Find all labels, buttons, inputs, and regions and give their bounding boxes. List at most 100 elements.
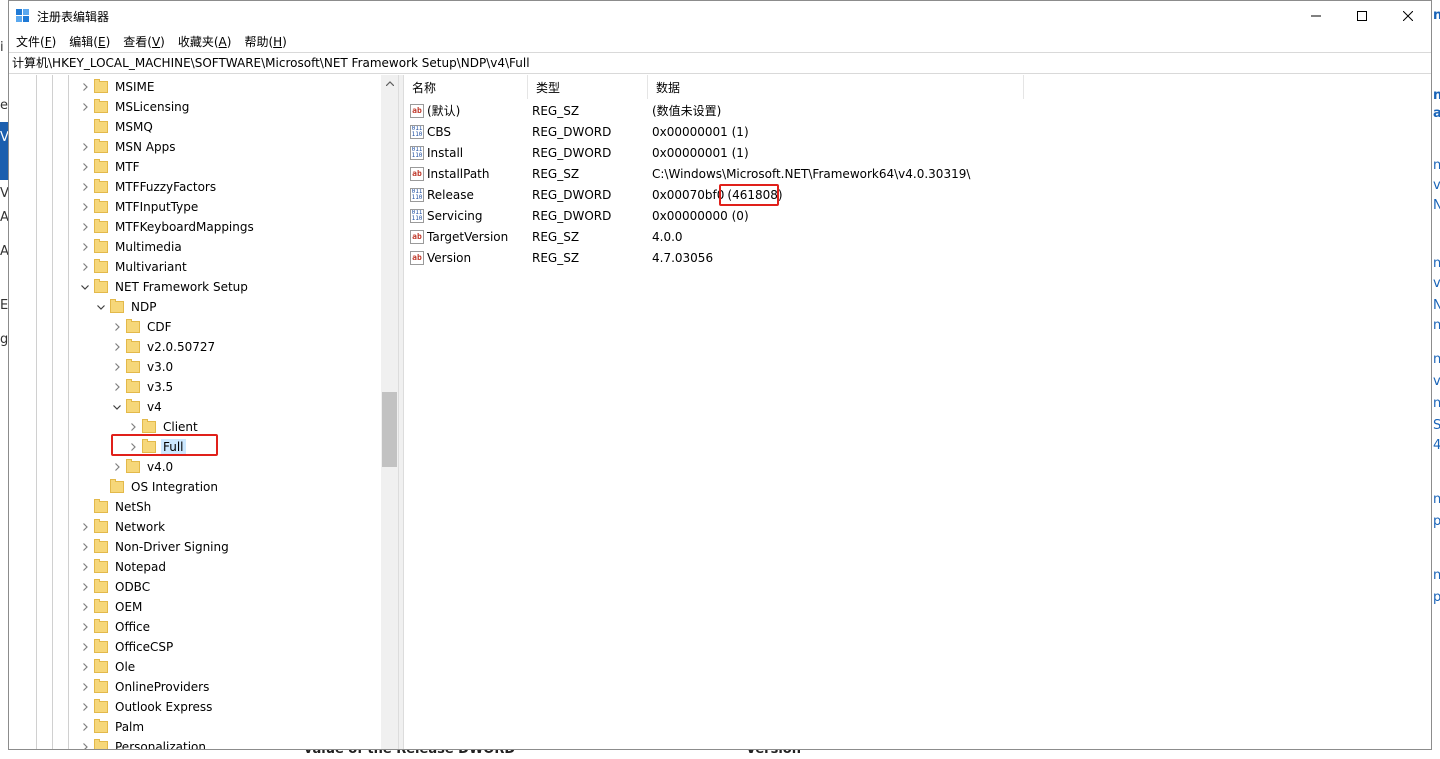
tree-item-v3-0[interactable]: v3.0 (109, 357, 175, 377)
value-row-cbs-name[interactable]: 011 110 CBS (404, 121, 451, 142)
tree-item-mtfkeyboardmappings[interactable]: MTFKeyboardMappings (77, 217, 256, 237)
bg-right-text: n (1433, 8, 1440, 23)
tree-item-multimedia[interactable]: Multimedia (77, 237, 184, 257)
tree-item-outlook-express[interactable]: Outlook Express (77, 697, 214, 717)
menu-edit[interactable]: 编辑(E) (62, 33, 116, 50)
tree-item-msmq[interactable]: MSMQ (77, 117, 155, 137)
tree-item-notepad[interactable]: Notepad (77, 557, 168, 577)
scroll-up-button[interactable] (381, 75, 398, 92)
title-bar[interactable]: 注册表编辑器 (9, 1, 1431, 31)
minimize-button[interactable] (1293, 1, 1339, 31)
tree-item-personalization[interactable]: Personalization (77, 737, 208, 749)
chevron-right-icon[interactable] (77, 597, 93, 617)
close-button[interactable] (1385, 1, 1431, 31)
menu-favorites[interactable]: 收藏夹(A) (171, 33, 238, 50)
folder-icon (94, 699, 108, 713)
column-header-data[interactable]: 数据 (648, 75, 1024, 99)
chevron-right-icon[interactable] (109, 337, 125, 357)
tree-item-cdf[interactable]: CDF (109, 317, 174, 337)
address-bar[interactable]: 计算机\HKEY_LOCAL_MACHINE\SOFTWARE\Microsof… (9, 52, 1431, 74)
tree-item-v4[interactable]: v4 (109, 397, 164, 417)
tree-item-v3-5[interactable]: v3.5 (109, 377, 175, 397)
chevron-right-icon[interactable] (77, 557, 93, 577)
tree-item-non-driver-signing[interactable]: Non-Driver Signing (77, 537, 231, 557)
tree-item-odbc[interactable]: ODBC (77, 577, 152, 597)
chevron-right-icon[interactable] (77, 617, 93, 637)
chevron-right-icon[interactable] (77, 77, 93, 97)
tree-item-office[interactable]: Office (77, 617, 152, 637)
chevron-right-icon[interactable] (109, 357, 125, 377)
folder-icon (110, 479, 124, 493)
chevron-right-icon[interactable] (125, 417, 141, 437)
tree-item-v2-0-50727[interactable]: v2.0.50727 (109, 337, 217, 357)
tree-item-ndp[interactable]: NDP (93, 297, 158, 317)
value-data-text: 0x00000000 (0) (652, 208, 749, 223)
tree-item-msn-apps[interactable]: MSN Apps (77, 137, 177, 157)
tree-item-mtffuzzyfactors[interactable]: MTFFuzzyFactors (77, 177, 218, 197)
chevron-right-icon[interactable] (77, 697, 93, 717)
value-row-release-name[interactable]: 011 110 Release (404, 184, 474, 205)
tree-item-netsh[interactable]: NetSh (77, 497, 153, 517)
chevron-right-icon[interactable] (77, 517, 93, 537)
tree-item-ole[interactable]: Ole (77, 657, 137, 677)
chevron-right-icon[interactable] (109, 377, 125, 397)
value-row-install-name[interactable]: 011 110 Install (404, 142, 463, 163)
tree-item-mtfinputtype[interactable]: MTFInputType (77, 197, 200, 217)
chevron-right-icon[interactable] (77, 677, 93, 697)
tree-item-client[interactable]: Client (125, 417, 200, 437)
chevron-right-icon[interactable] (125, 437, 141, 457)
value-row--name[interactable]: ab (默认) (404, 100, 460, 121)
column-header-name[interactable]: 名称 (404, 75, 528, 99)
tree-item-onlineproviders[interactable]: OnlineProviders (77, 677, 211, 697)
maximize-button[interactable] (1339, 1, 1385, 31)
chevron-right-icon[interactable] (109, 317, 125, 337)
tree-item-officecsp[interactable]: OfficeCSP (77, 637, 175, 657)
chevron-right-icon[interactable] (77, 157, 93, 177)
chevron-right-icon[interactable] (77, 537, 93, 557)
chevron-right-icon[interactable] (77, 237, 93, 257)
chevron-right-icon[interactable] (77, 637, 93, 657)
tree-item-mslicensing[interactable]: MSLicensing (77, 97, 191, 117)
tree-item-oem[interactable]: OEM (77, 597, 144, 617)
chevron-right-icon[interactable] (77, 257, 93, 277)
tree-item-network[interactable]: Network (77, 517, 167, 537)
tree-item-label: MTFFuzzyFactors (115, 180, 217, 194)
tree-item-os-integration[interactable]: OS Integration (93, 477, 220, 497)
chevron-right-icon[interactable] (77, 657, 93, 677)
chevron-down-icon[interactable] (109, 397, 125, 417)
chevron-down-icon[interactable] (77, 277, 93, 297)
chevron-right-icon[interactable] (77, 717, 93, 737)
chevron-right-icon[interactable] (77, 217, 93, 237)
tree-item-label: NDP (131, 300, 157, 314)
tree-item-net-framework-setup[interactable]: NET Framework Setup (77, 277, 250, 297)
chevron-down-icon[interactable] (93, 297, 109, 317)
chevron-right-icon[interactable] (109, 457, 125, 477)
chevron-right-icon[interactable] (77, 97, 93, 117)
menu-view[interactable]: 查看(V) (116, 33, 171, 50)
value-row-version-name[interactable]: ab Version (404, 247, 471, 268)
tree-item-msime[interactable]: MSIME (77, 77, 156, 97)
value-data: 4.7.03056 (652, 247, 713, 268)
tree-item-full[interactable]: Full (125, 437, 186, 457)
value-row-targetversion-name[interactable]: ab TargetVersion (404, 226, 508, 247)
menu-help[interactable]: 帮助(H) (237, 33, 292, 50)
bg-right-text: a (1433, 106, 1440, 121)
menu-file[interactable]: 文件(F) (9, 33, 62, 50)
close-icon (1403, 11, 1413, 21)
chevron-right-icon[interactable] (77, 577, 93, 597)
chevron-right-icon[interactable] (77, 737, 93, 749)
tree-item-multivariant[interactable]: Multivariant (77, 257, 189, 277)
tree-vertical-scrollbar[interactable] (381, 75, 398, 749)
value-row-installpath-name[interactable]: ab InstallPath (404, 163, 489, 184)
scrollbar-thumb[interactable] (382, 392, 397, 467)
registry-key-tree[interactable]: MSIME MSLicensing MSMQ MSN Apps MTF MTFFuzzyF… (9, 75, 398, 749)
folder-icon (94, 99, 108, 113)
tree-item-v4-0[interactable]: v4.0 (109, 457, 175, 477)
tree-item-palm[interactable]: Palm (77, 717, 146, 737)
chevron-right-icon[interactable] (77, 177, 93, 197)
chevron-right-icon[interactable] (77, 197, 93, 217)
tree-item-mtf[interactable]: MTF (77, 157, 142, 177)
column-header-type[interactable]: 类型 (528, 75, 648, 99)
chevron-right-icon[interactable] (77, 137, 93, 157)
value-row-servicing-name[interactable]: 011 110 Servicing (404, 205, 483, 226)
